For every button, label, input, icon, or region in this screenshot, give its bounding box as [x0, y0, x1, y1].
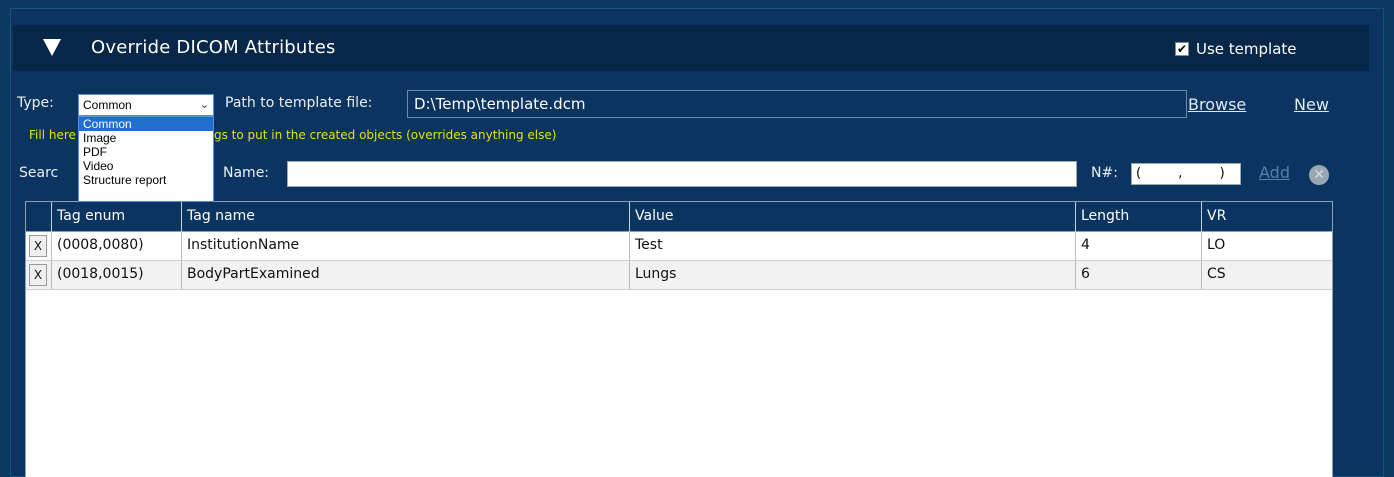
template-path-input[interactable]: D:\Temp\template.dcm — [407, 90, 1187, 118]
hint-text-left: Fill here — [29, 128, 76, 142]
use-template-checkbox[interactable]: ✔ Use template — [1175, 40, 1297, 58]
hint-text-right: gs to put in the created objects (overri… — [214, 128, 557, 142]
table-header: Tag enum Tag name Value Length VR — [26, 202, 1332, 232]
delete-row-button[interactable]: X — [29, 235, 47, 257]
cell-tag-name[interactable]: InstitutionName — [181, 232, 629, 260]
column-value[interactable]: Value — [629, 202, 1075, 232]
type-select[interactable]: Common ⌄ — [78, 94, 214, 116]
collapse-triangle-icon[interactable] — [43, 39, 61, 56]
clear-icon[interactable]: ✕ — [1309, 165, 1329, 185]
browse-link[interactable]: Browse — [1188, 95, 1246, 114]
type-option-video[interactable]: Video — [79, 159, 213, 173]
chevron-down-icon[interactable]: ⌄ — [200, 98, 209, 111]
cell-value[interactable]: Lungs — [629, 261, 1075, 289]
column-tag-enum[interactable]: Tag enum — [51, 202, 181, 232]
cell-value[interactable]: Test — [629, 232, 1075, 260]
type-dropdown-list[interactable]: Common Image PDF Video Structure report — [78, 116, 214, 202]
n-label: N#: — [1091, 165, 1118, 181]
cell-tag-enum[interactable]: (0018,0015) — [51, 261, 181, 289]
new-link[interactable]: New — [1294, 95, 1329, 114]
add-link[interactable]: Add — [1259, 163, 1290, 182]
tag-number-input[interactable]: ( , ) — [1131, 163, 1241, 185]
path-label: Path to template file: — [225, 95, 373, 111]
type-selected-value: Common — [83, 98, 132, 112]
checkmark-icon[interactable]: ✔ — [1175, 42, 1189, 56]
cell-vr[interactable]: LO — [1201, 232, 1332, 260]
type-option-structure-report[interactable]: Structure report — [79, 173, 213, 187]
cell-length[interactable]: 4 — [1075, 232, 1201, 260]
table-row[interactable]: X (0018,0015) BodyPartExamined Lungs 6 C… — [26, 261, 1332, 290]
column-vr[interactable]: VR — [1201, 202, 1332, 232]
header-delete-column — [26, 202, 51, 232]
tag-name-search-input[interactable] — [287, 161, 1077, 187]
override-dicom-panel: Override DICOM Attributes ✔ Use template… — [10, 8, 1384, 477]
type-option-common[interactable]: Common — [79, 117, 213, 131]
cell-length[interactable]: 6 — [1075, 261, 1201, 289]
type-label: Type: — [17, 95, 54, 111]
cell-vr[interactable]: CS — [1201, 261, 1332, 289]
cell-tag-name[interactable]: BodyPartExamined — [181, 261, 629, 289]
column-length[interactable]: Length — [1075, 202, 1201, 232]
column-tag-name[interactable]: Tag name — [181, 202, 629, 232]
delete-row-button[interactable]: X — [29, 264, 47, 286]
attributes-table: Tag enum Tag name Value Length VR X (000… — [25, 201, 1333, 477]
use-template-label: Use template — [1196, 40, 1297, 58]
type-option-image[interactable]: Image — [79, 131, 213, 145]
name-label: Name: — [223, 165, 270, 181]
type-option-pdf[interactable]: PDF — [79, 145, 213, 159]
section-title: Override DICOM Attributes — [91, 37, 336, 58]
search-label: Searc — [19, 165, 59, 181]
section-header[interactable]: Override DICOM Attributes ✔ Use template — [13, 25, 1369, 71]
cell-tag-enum[interactable]: (0008,0080) — [51, 232, 181, 260]
table-row[interactable]: X (0008,0080) InstitutionName Test 4 LO — [26, 232, 1332, 261]
